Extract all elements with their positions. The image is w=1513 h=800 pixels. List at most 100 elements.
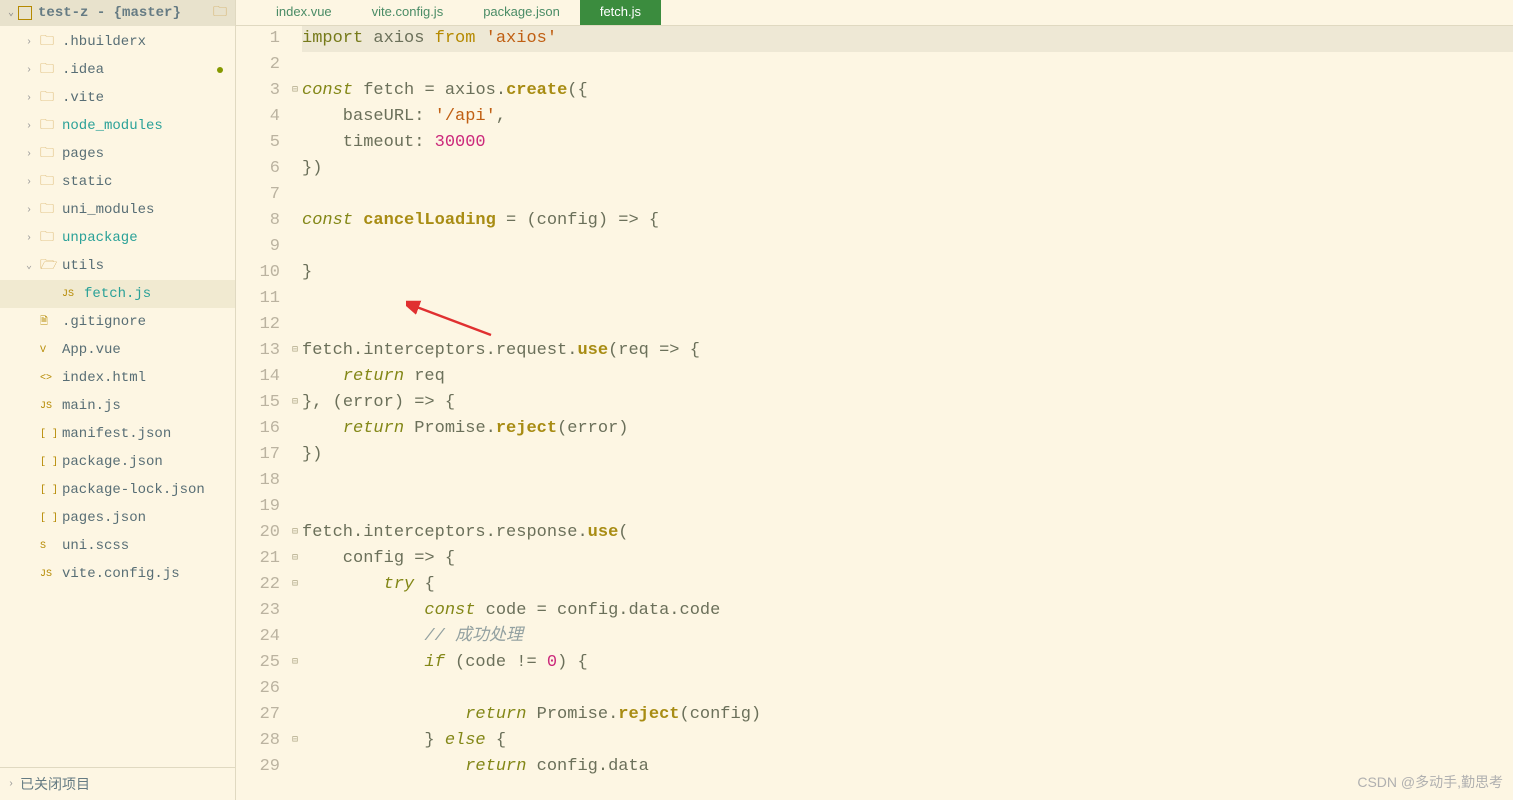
fold-marker[interactable]: ⊟	[288, 78, 302, 104]
code-line[interactable]: const code = config.data.code	[302, 598, 1513, 624]
code-line[interactable]: baseURL: '/api',	[302, 104, 1513, 130]
tree-item-pages[interactable]: ›🗀pages	[0, 140, 235, 168]
tree-item-label: uni.scss	[62, 538, 129, 554]
fold-marker[interactable]: ⊟	[288, 572, 302, 598]
file-icon: JS	[40, 569, 58, 580]
tree-item-fetch-js[interactable]: JSfetch.js	[0, 280, 235, 308]
fold-marker	[288, 416, 302, 442]
tree-item-app-vue[interactable]: VApp.vue	[0, 336, 235, 364]
code-line[interactable]: })	[302, 442, 1513, 468]
code-line[interactable]: })	[302, 156, 1513, 182]
code-editor[interactable]: 1234567891011121314151617181920212223242…	[236, 26, 1513, 800]
folder-icon[interactable]: 🗀	[213, 1, 227, 25]
code-line[interactable]: config => {	[302, 546, 1513, 572]
code-content[interactable]: import axios from 'axios' const fetch = …	[302, 26, 1513, 800]
code-line[interactable]: fetch.interceptors.request.use(req => {	[302, 338, 1513, 364]
line-number: 18	[236, 468, 280, 494]
fold-marker	[288, 364, 302, 390]
code-line[interactable]: return Promise.reject(config)	[302, 702, 1513, 728]
tab-vite-config-js[interactable]: vite.config.js	[352, 0, 464, 25]
fold-column[interactable]: ⊟⊟⊟⊟⊟⊟⊟⊟	[288, 26, 302, 800]
fold-marker[interactable]: ⊟	[288, 520, 302, 546]
tree-item-label: .hbuilderx	[62, 34, 146, 50]
code-line[interactable]: timeout: 30000	[302, 130, 1513, 156]
tree-item--vite[interactable]: ›🗀.vite	[0, 84, 235, 112]
fold-marker[interactable]: ⊟	[288, 546, 302, 572]
project-title: test-z - {master}	[38, 5, 209, 21]
fold-marker[interactable]: ⊟	[288, 338, 302, 364]
tree-item-label: .vite	[62, 90, 104, 106]
code-line[interactable]: fetch.interceptors.response.use(	[302, 520, 1513, 546]
fold-marker	[288, 702, 302, 728]
tree-item-label: utils	[62, 258, 104, 274]
project-icon	[18, 6, 32, 20]
fold-marker	[288, 286, 302, 312]
file-icon: [ ]	[40, 429, 58, 440]
code-line[interactable]: const cancelLoading = (config) => {	[302, 208, 1513, 234]
line-number: 10	[236, 260, 280, 286]
folder-icon: 🗀	[40, 86, 58, 110]
tree-item-uni-scss[interactable]: Suni.scss	[0, 532, 235, 560]
code-line[interactable]: if (code != 0) {	[302, 650, 1513, 676]
code-line[interactable]: } else {	[302, 728, 1513, 754]
code-line[interactable]	[302, 234, 1513, 260]
line-number: 19	[236, 494, 280, 520]
code-line[interactable]: return config.data	[302, 754, 1513, 780]
line-number: 12	[236, 312, 280, 338]
sidebar: ⌄ test-z - {master} 🗀 ›🗀.hbuilderx›🗀.ide…	[0, 0, 236, 800]
tree-item--gitignore[interactable]: 🗎.gitignore	[0, 308, 235, 336]
code-line[interactable]: }, (error) => {	[302, 390, 1513, 416]
code-line[interactable]	[302, 468, 1513, 494]
fold-marker	[288, 130, 302, 156]
tree-item-static[interactable]: ›🗀static	[0, 168, 235, 196]
code-line[interactable]: try {	[302, 572, 1513, 598]
tree-item-label: static	[62, 174, 112, 190]
tree-item-package-json[interactable]: [ ]package.json	[0, 448, 235, 476]
code-line[interactable]	[302, 494, 1513, 520]
tree-item-uni-modules[interactable]: ›🗀uni_modules	[0, 196, 235, 224]
tree-item-vite-config-js[interactable]: JSvite.config.js	[0, 560, 235, 588]
tree-item-utils[interactable]: ⌄🗁utils	[0, 252, 235, 280]
file-icon: V	[40, 345, 58, 356]
code-line[interactable]	[302, 676, 1513, 702]
code-line[interactable]	[302, 312, 1513, 338]
tree-item-manifest-json[interactable]: [ ]manifest.json	[0, 420, 235, 448]
code-line[interactable]: const fetch = axios.create({	[302, 78, 1513, 104]
file-icon: <>	[40, 373, 58, 384]
tab-package-json[interactable]: package.json	[463, 0, 580, 25]
code-line[interactable]: import axios from 'axios'	[302, 26, 1513, 52]
fold-marker[interactable]: ⊟	[288, 390, 302, 416]
line-number: 29	[236, 754, 280, 780]
tree-item-pages-json[interactable]: [ ]pages.json	[0, 504, 235, 532]
tree-item-node-modules[interactable]: ›🗀node_modules	[0, 112, 235, 140]
code-line[interactable]: return Promise.reject(error)	[302, 416, 1513, 442]
tree-item--idea[interactable]: ›🗀.idea	[0, 56, 235, 84]
tab-index-vue[interactable]: index.vue	[256, 0, 352, 25]
tab-fetch-js[interactable]: fetch.js	[580, 0, 661, 25]
fold-marker	[288, 182, 302, 208]
tree-item-main-js[interactable]: JSmain.js	[0, 392, 235, 420]
closed-projects-panel[interactable]: › 已关闭项目	[0, 767, 235, 800]
file-icon: [ ]	[40, 457, 58, 468]
chevron-icon: ›	[26, 65, 38, 76]
code-line[interactable]	[302, 286, 1513, 312]
tree-item--hbuilderx[interactable]: ›🗀.hbuilderx	[0, 28, 235, 56]
file-icon: JS	[40, 401, 58, 412]
folder-icon: 🗁	[40, 254, 58, 278]
code-line[interactable]	[302, 52, 1513, 78]
code-line[interactable]: // 成功处理	[302, 624, 1513, 650]
tree-item-index-html[interactable]: <>index.html	[0, 364, 235, 392]
fold-marker[interactable]: ⊟	[288, 650, 302, 676]
code-line[interactable]: }	[302, 260, 1513, 286]
file-icon: JS	[62, 289, 80, 300]
file-icon: [ ]	[40, 513, 58, 524]
project-header[interactable]: ⌄ test-z - {master} 🗀	[0, 0, 235, 26]
tree-item-unpackage[interactable]: ›🗀unpackage	[0, 224, 235, 252]
tree-item-package-lock-json[interactable]: [ ]package-lock.json	[0, 476, 235, 504]
code-line[interactable]	[302, 182, 1513, 208]
line-number: 21	[236, 546, 280, 572]
fold-marker[interactable]: ⊟	[288, 728, 302, 754]
fold-marker	[288, 676, 302, 702]
code-line[interactable]: return req	[302, 364, 1513, 390]
main-area: index.vuevite.config.jspackage.jsonfetch…	[236, 0, 1513, 800]
